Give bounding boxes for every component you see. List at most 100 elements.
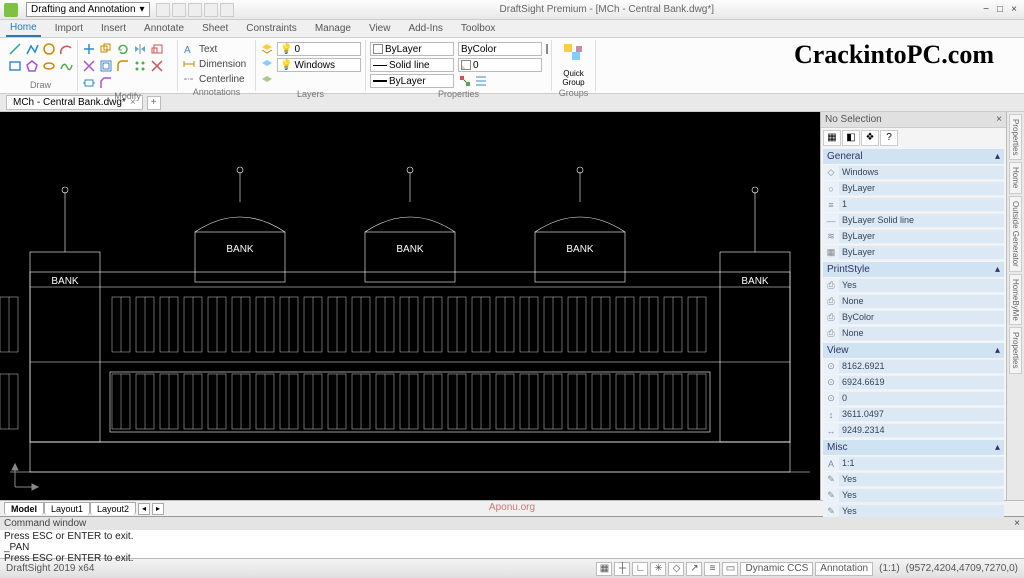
prop-tool-help[interactable]: ? bbox=[880, 130, 898, 146]
tab-insert[interactable]: Insert bbox=[97, 21, 130, 36]
copy-icon[interactable] bbox=[99, 42, 113, 56]
match-props-icon[interactable] bbox=[458, 74, 472, 88]
status-otrack-icon[interactable]: ↗ bbox=[686, 562, 702, 576]
prop-row[interactable]: ≋ByLayer bbox=[823, 229, 1004, 244]
drawing-canvas[interactable]: BANK BANK BANK BANK BANK bbox=[0, 112, 820, 500]
tab-import[interactable]: Import bbox=[51, 21, 87, 36]
explode-icon[interactable] bbox=[150, 59, 164, 73]
circle-icon[interactable] bbox=[42, 42, 56, 56]
close-button[interactable]: × bbox=[1008, 4, 1020, 15]
prop-row[interactable]: ⎙None bbox=[823, 294, 1004, 309]
sidetab-home[interactable]: Home bbox=[1009, 162, 1022, 193]
dimension-button[interactable]: Dimension bbox=[182, 57, 251, 71]
linetype-selector[interactable]: Solid line bbox=[370, 58, 454, 72]
prop-row[interactable]: ▦ByLayer bbox=[823, 245, 1004, 260]
status-osnap-icon[interactable]: ◇ bbox=[668, 562, 684, 576]
status-annotation[interactable]: Annotation bbox=[815, 562, 873, 576]
color-selector[interactable]: ByLayer bbox=[370, 42, 454, 56]
workspace-selector[interactable]: Drafting and Annotation ▾ bbox=[26, 2, 150, 17]
spline-icon[interactable] bbox=[59, 59, 73, 73]
offset-icon[interactable] bbox=[99, 59, 113, 73]
prop-row[interactable]: ⊙8162.6921 bbox=[823, 359, 1004, 374]
prop-row[interactable]: ✎Yes bbox=[823, 488, 1004, 503]
stretch-icon[interactable] bbox=[82, 76, 96, 90]
prop-tool-1[interactable]: ▦ bbox=[823, 130, 841, 146]
maximize-button[interactable]: □ bbox=[994, 4, 1006, 15]
qat-save-icon[interactable] bbox=[188, 3, 202, 17]
layout1-tab[interactable]: Layout1 bbox=[44, 502, 90, 515]
prop-row[interactable]: ↔9249.2314 bbox=[823, 423, 1004, 438]
list-icon[interactable] bbox=[474, 74, 488, 88]
mirror-icon[interactable] bbox=[133, 42, 147, 56]
rotate-icon[interactable] bbox=[116, 42, 130, 56]
prop-tool-2[interactable]: ◧ bbox=[842, 130, 860, 146]
layout2-tab[interactable]: Layout2 bbox=[90, 502, 136, 515]
prop-row[interactable]: ○ByLayer bbox=[823, 181, 1004, 196]
panel-close-icon[interactable]: × bbox=[996, 114, 1002, 125]
move-icon[interactable] bbox=[82, 42, 96, 56]
layer-selector-0[interactable]: 💡 0 bbox=[277, 42, 361, 56]
tab-annotate[interactable]: Annotate bbox=[140, 21, 188, 36]
prop-row[interactable]: ⎙None bbox=[823, 326, 1004, 341]
model-tab[interactable]: Model bbox=[4, 502, 44, 515]
status-ortho-icon[interactable]: ∟ bbox=[632, 562, 648, 576]
centerline-button[interactable]: Centerline bbox=[182, 72, 251, 86]
layer-selector-windows[interactable]: 💡 Windows bbox=[277, 58, 361, 72]
sidetab-homebyme[interactable]: HomeByMe bbox=[1009, 274, 1022, 326]
fillet-icon[interactable] bbox=[116, 59, 130, 73]
prop-row[interactable]: ⊙0 bbox=[823, 391, 1004, 406]
line-icon[interactable] bbox=[8, 42, 22, 56]
qat-new-icon[interactable] bbox=[156, 3, 170, 17]
tab-scroll-right-icon[interactable]: ▸ bbox=[152, 503, 164, 515]
color-swatch-yellow[interactable] bbox=[546, 44, 548, 54]
sidetab-properties[interactable]: Properties bbox=[1009, 114, 1022, 160]
polyline-icon[interactable] bbox=[25, 42, 39, 56]
cmdwin-close-icon[interactable]: × bbox=[1014, 518, 1020, 529]
section-general-header[interactable]: General▴ bbox=[823, 149, 1004, 164]
section-misc-header[interactable]: Misc▴ bbox=[823, 440, 1004, 455]
status-polar-icon[interactable]: ✳ bbox=[650, 562, 666, 576]
qat-redo-icon[interactable] bbox=[220, 3, 234, 17]
text-button[interactable]: A Text bbox=[182, 42, 251, 56]
status-dynccs[interactable]: Dynamic CCS bbox=[740, 562, 813, 576]
layer-state-icon[interactable] bbox=[260, 58, 274, 72]
layer-manager-icon[interactable] bbox=[260, 42, 274, 56]
section-printstyle-header[interactable]: PrintStyle▴ bbox=[823, 262, 1004, 277]
tab-view[interactable]: View bbox=[365, 21, 395, 36]
arc-icon[interactable] bbox=[59, 42, 73, 56]
tab-manage[interactable]: Manage bbox=[311, 21, 355, 36]
trim-icon[interactable] bbox=[82, 59, 96, 73]
status-lwt-icon[interactable]: ≡ bbox=[704, 562, 720, 576]
bycolor-selector[interactable]: ByColor bbox=[458, 42, 542, 56]
prop-row[interactable]: ⎙Yes bbox=[823, 278, 1004, 293]
prop-row[interactable]: ≡1 bbox=[823, 197, 1004, 212]
lineweight-selector[interactable]: ByLayer bbox=[370, 74, 454, 88]
command-lines[interactable]: Press ESC or ENTER to exit. _PAN Press E… bbox=[0, 530, 1024, 565]
prop-row[interactable]: ⊙6924.6619 bbox=[823, 375, 1004, 390]
qat-open-icon[interactable] bbox=[172, 3, 186, 17]
chamfer-icon[interactable] bbox=[99, 76, 113, 90]
tab-constraints[interactable]: Constraints bbox=[242, 21, 301, 36]
status-model-icon[interactable]: ▭ bbox=[722, 562, 738, 576]
prop-tool-3[interactable]: ❖ bbox=[861, 130, 879, 146]
prop-row[interactable]: ◇Windows bbox=[823, 165, 1004, 180]
tab-toolbox[interactable]: Toolbox bbox=[457, 21, 499, 36]
rectangle-icon[interactable] bbox=[8, 59, 22, 73]
status-grid-icon[interactable]: ┼ bbox=[614, 562, 630, 576]
qat-undo-icon[interactable] bbox=[204, 3, 218, 17]
tab-sheet[interactable]: Sheet bbox=[198, 21, 232, 36]
sidetab-outside[interactable]: Outside Generator bbox=[1009, 196, 1022, 272]
status-snap-icon[interactable]: ▦ bbox=[596, 562, 612, 576]
tab-addins[interactable]: Add-Ins bbox=[404, 21, 446, 36]
tab-home[interactable]: Home bbox=[6, 20, 41, 37]
layer-iso-icon[interactable] bbox=[260, 74, 274, 88]
array-icon[interactable] bbox=[133, 59, 147, 73]
prop-row[interactable]: ✎Yes bbox=[823, 472, 1004, 487]
scale-icon[interactable] bbox=[150, 42, 164, 56]
section-view-header[interactable]: View▴ bbox=[823, 343, 1004, 358]
tab-scroll-left-icon[interactable]: ◂ bbox=[138, 503, 150, 515]
transparency-selector[interactable]: 0 bbox=[458, 58, 542, 72]
polygon-icon[interactable] bbox=[25, 59, 39, 73]
prop-row[interactable]: ↕3611.0497 bbox=[823, 407, 1004, 422]
sidetab-properties2[interactable]: Properties bbox=[1009, 327, 1022, 373]
